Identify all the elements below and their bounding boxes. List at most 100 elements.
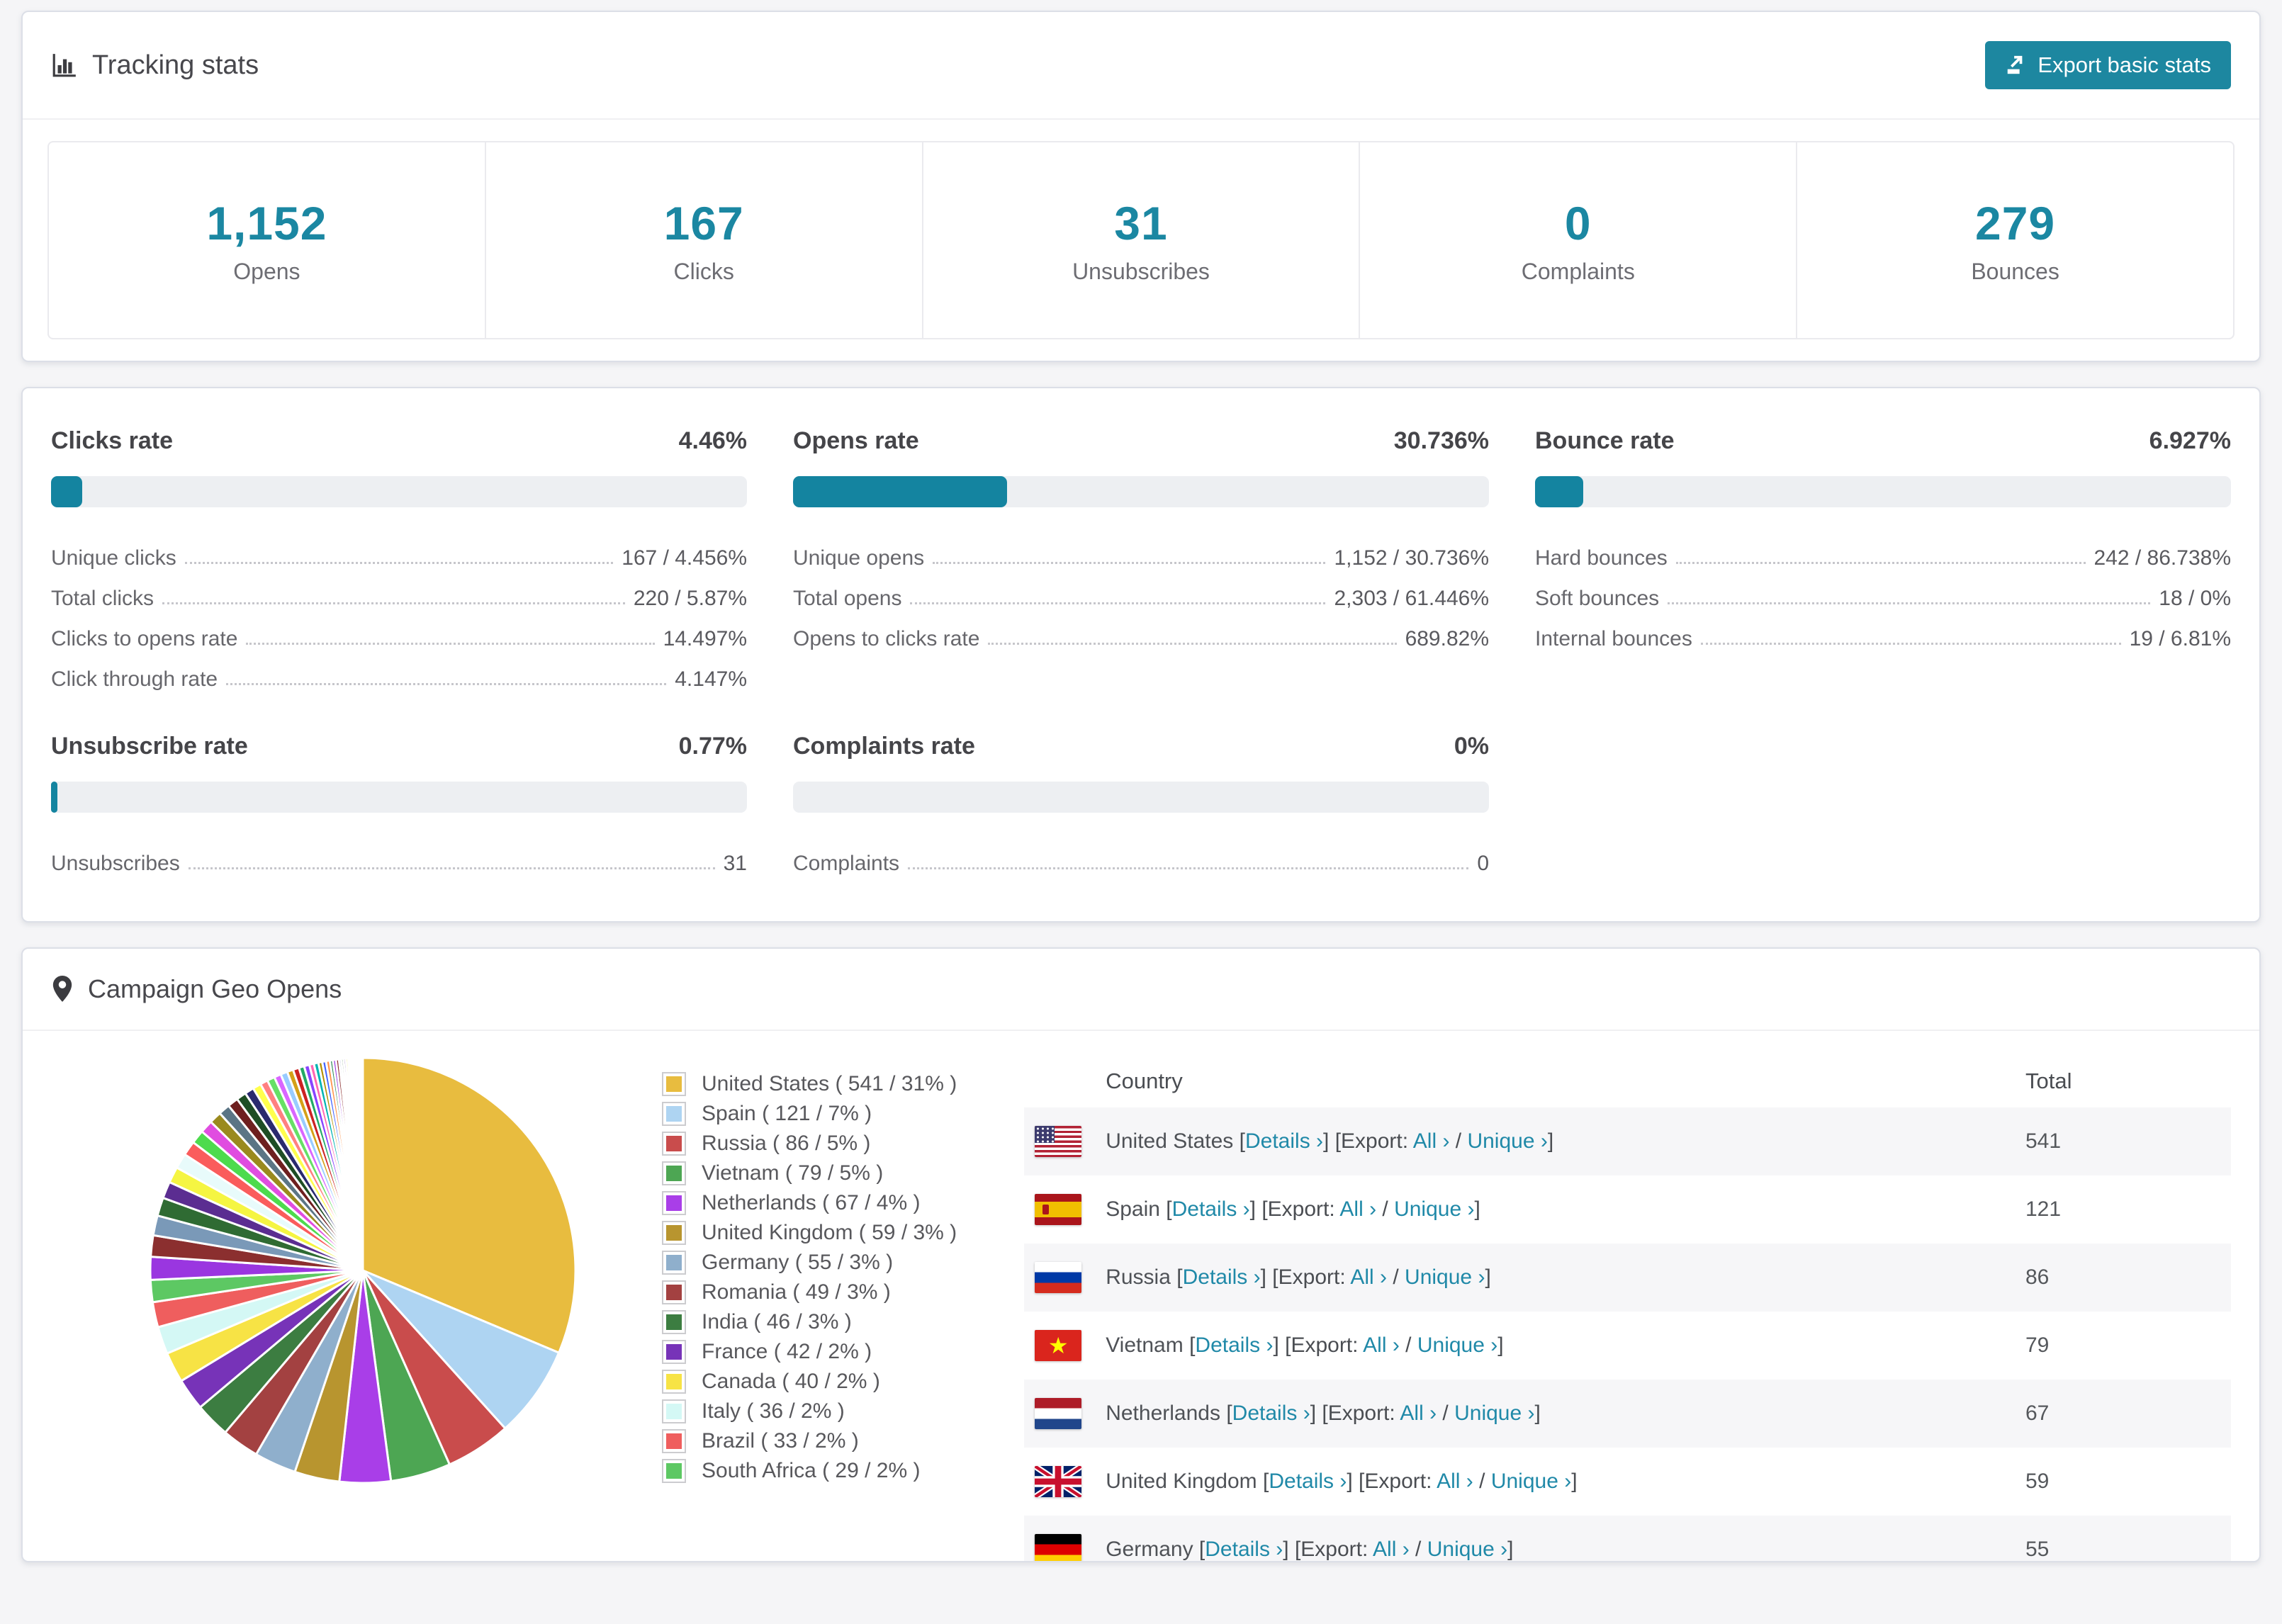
stat-label: Bounces xyxy=(1971,258,2059,284)
summary-stats-row: 1,152 Opens 167 Clicks 31 Unsubscribes 0 Co… xyxy=(47,141,2235,339)
country-cell: Germany [Details ›] [Export: All › / Uni… xyxy=(1106,1538,1514,1561)
legend-item-south-africa[interactable]: South Africa ( 29 / 2% ) xyxy=(662,1456,957,1486)
pie-slice-other[interactable] xyxy=(361,1056,364,1272)
geo-countries-table: Country Total United States [Details ›] … xyxy=(1024,1055,2231,1561)
unsubscribe-rate-block: Unsubscribe rate 0.77% Unsubscribes 31 xyxy=(51,733,747,876)
stat-value: 1,152 xyxy=(206,196,327,249)
export-all-link[interactable]: All › xyxy=(1400,1402,1437,1425)
legend-item-spain[interactable]: Spain ( 121 / 7% ) xyxy=(662,1099,957,1129)
dotted-leader xyxy=(162,602,625,604)
details-link[interactable]: Details › xyxy=(1269,1470,1347,1493)
dotted-leader xyxy=(988,643,1397,645)
export-unique-link[interactable]: Unique › xyxy=(1427,1538,1507,1561)
flag-es xyxy=(1035,1194,1082,1225)
legend-swatch xyxy=(662,1370,686,1394)
export-unique-link[interactable]: Unique › xyxy=(1491,1470,1571,1493)
details-link[interactable]: Details › xyxy=(1205,1538,1283,1561)
rate-row-label: Clicks to opens rate xyxy=(51,627,238,650)
legend-item-india[interactable]: India ( 46 / 3% ) xyxy=(662,1307,957,1337)
stat-label: Clicks xyxy=(673,258,734,284)
legend-swatch xyxy=(662,1340,686,1364)
clicks-rate-block: Clicks rate 4.46% Unique clicks 167 / 4.… xyxy=(51,427,747,692)
details-link[interactable]: Details › xyxy=(1172,1197,1250,1221)
export-unique-link[interactable]: Unique › xyxy=(1405,1265,1485,1289)
export-unique-link[interactable]: Unique › xyxy=(1467,1129,1547,1153)
rate-detail-row: Click through rate 4.147% xyxy=(51,651,747,692)
legend-item-netherlands[interactable]: Netherlands ( 67 / 4% ) xyxy=(662,1188,957,1218)
export-button-label: Export basic stats xyxy=(2038,52,2211,77)
country-total: 541 xyxy=(2025,1129,2062,1153)
legend-label: Russia ( 86 / 5% ) xyxy=(702,1132,871,1155)
legend-swatch xyxy=(662,1161,686,1185)
export-basic-stats-button[interactable]: Export basic stats xyxy=(1985,41,2231,89)
export-all-link[interactable]: All › xyxy=(1413,1129,1450,1153)
country-cell: Netherlands [Details ›] [Export: All › /… xyxy=(1106,1402,1541,1425)
country-name: Vietnam xyxy=(1106,1333,1184,1357)
export-all-link[interactable]: All › xyxy=(1350,1265,1387,1289)
bar-chart-icon xyxy=(52,54,76,77)
bounce-rate-title: Bounce rate xyxy=(1535,427,1675,454)
dotted-leader xyxy=(246,643,655,645)
dotted-leader xyxy=(184,562,614,564)
country-name: Netherlands xyxy=(1106,1402,1220,1425)
legend-item-germany[interactable]: Germany ( 55 / 3% ) xyxy=(662,1248,957,1278)
country-total: 55 xyxy=(2025,1538,2050,1561)
export-all-link[interactable]: All › xyxy=(1373,1538,1410,1561)
export-unique-link[interactable]: Unique › xyxy=(1394,1197,1474,1221)
stat-cell-clicks: 167 Clicks xyxy=(484,142,922,338)
export-unique-link[interactable]: Unique › xyxy=(1417,1333,1497,1357)
details-link[interactable]: Details › xyxy=(1195,1333,1273,1357)
rate-detail-row: Hard bounces 242 / 86.738% xyxy=(1535,530,2231,570)
legend-item-france[interactable]: France ( 42 / 2% ) xyxy=(662,1337,957,1367)
stat-cell-complaints: 0 Complaints xyxy=(1359,142,1796,338)
rates-grid-top: Clicks rate 4.46% Unique clicks 167 / 4.… xyxy=(51,427,2231,692)
details-link[interactable]: Details › xyxy=(1183,1265,1261,1289)
legend-item-canada[interactable]: Canada ( 40 / 2% ) xyxy=(662,1367,957,1397)
clicks-rate-value: 4.46% xyxy=(678,427,747,454)
legend-item-romania[interactable]: Romania ( 49 / 3% ) xyxy=(662,1278,957,1307)
rate-row-label: Unsubscribes xyxy=(51,852,180,875)
rate-row-label: Total clicks xyxy=(51,587,154,610)
legend-label: Romania ( 49 / 3% ) xyxy=(702,1280,891,1304)
export-all-link[interactable]: All › xyxy=(1363,1333,1400,1357)
geo-opens-header: Campaign Geo Opens xyxy=(23,949,2259,1031)
legend-label: Italy ( 36 / 2% ) xyxy=(702,1399,845,1423)
legend-swatch xyxy=(662,1429,686,1453)
export-all-link[interactable]: All › xyxy=(1437,1470,1473,1493)
unsubscribe-rate-value: 0.77% xyxy=(678,733,747,760)
clicks-rate-rows: Unique clicks 167 / 4.456% Total clicks 2… xyxy=(51,530,747,692)
legend-swatch xyxy=(662,1399,686,1423)
legend-swatch xyxy=(662,1280,686,1304)
legend-item-italy[interactable]: Italy ( 36 / 2% ) xyxy=(662,1397,957,1426)
geo-table-row-nl: Netherlands [Details ›] [Export: All › /… xyxy=(1024,1380,2231,1448)
export-unique-link[interactable]: Unique › xyxy=(1454,1402,1534,1425)
rate-row-value: 18 / 0% xyxy=(2159,587,2231,610)
opens-rate-bar-fill xyxy=(793,476,1007,507)
rate-row-label: Opens to clicks rate xyxy=(793,627,980,650)
country-name: United States xyxy=(1106,1129,1234,1153)
bounce-rate-rows: Hard bounces 242 / 86.738% Soft bounces 1… xyxy=(1535,530,2231,651)
legend-label: United Kingdom ( 59 / 3% ) xyxy=(702,1221,957,1244)
legend-swatch xyxy=(662,1102,686,1126)
legend-label: Netherlands ( 67 / 4% ) xyxy=(702,1191,921,1214)
rate-detail-row: Total clicks 220 / 5.87% xyxy=(51,570,747,611)
bounce-rate-bar xyxy=(1535,476,2231,507)
details-link[interactable]: Details › xyxy=(1232,1402,1310,1425)
legend-item-united-kingdom[interactable]: United Kingdom ( 59 / 3% ) xyxy=(662,1218,957,1248)
stat-value: 0 xyxy=(1564,196,1592,249)
export-all-link[interactable]: All › xyxy=(1339,1197,1376,1221)
rate-detail-row: Internal bounces 19 / 6.81% xyxy=(1535,611,2231,651)
rate-row-label: Complaints xyxy=(793,852,900,875)
geo-opens-title-wrap: Campaign Geo Opens xyxy=(51,974,342,1004)
clicks-rate-bar xyxy=(51,476,747,507)
country-total: 59 xyxy=(2025,1470,2050,1493)
legend-item-brazil[interactable]: Brazil ( 33 / 2% ) xyxy=(662,1426,957,1456)
geo-table-row-de: Germany [Details ›] [Export: All › / Uni… xyxy=(1024,1516,2231,1561)
rate-row-value: 242 / 86.738% xyxy=(2093,546,2232,570)
legend-item-russia[interactable]: Russia ( 86 / 5% ) xyxy=(662,1129,957,1158)
details-link[interactable]: Details › xyxy=(1245,1129,1323,1153)
legend-item-vietnam[interactable]: Vietnam ( 79 / 5% ) xyxy=(662,1158,957,1188)
rate-detail-row: Unique clicks 167 / 4.456% xyxy=(51,530,747,570)
country-total: 67 xyxy=(2025,1402,2050,1425)
legend-item-united-states[interactable]: United States ( 541 / 31% ) xyxy=(662,1069,957,1099)
